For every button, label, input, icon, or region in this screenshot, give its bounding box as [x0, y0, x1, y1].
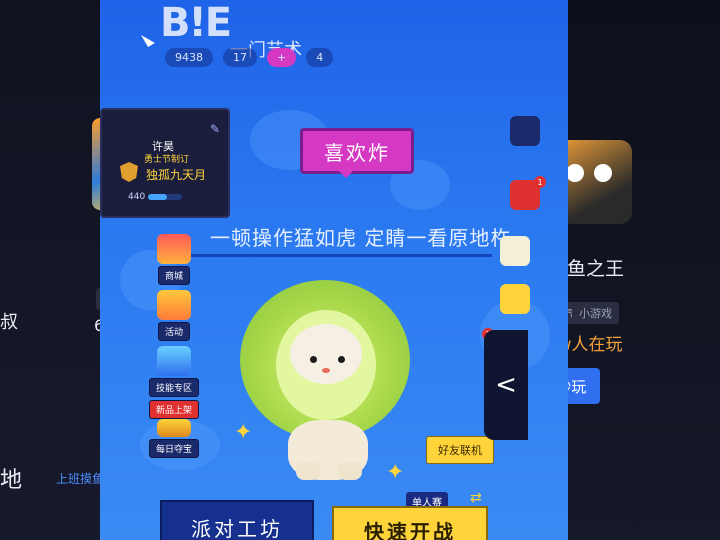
- card-eye-icon: [566, 164, 584, 182]
- profile-card[interactable]: ✎ 许昊 勇士节制订 独孤九天月 440: [100, 108, 230, 218]
- collapse-panel-button[interactable]: <: [484, 330, 528, 440]
- quick-battle-button[interactable]: 快速开战: [332, 506, 488, 540]
- duck-icon[interactable]: [500, 284, 530, 314]
- cards-icon[interactable]: [500, 236, 530, 266]
- add-icon[interactable]: +: [267, 47, 297, 67]
- player-level: 440: [128, 192, 146, 202]
- slogan-text: 一顿操作猛如虎 定睛一看原地杵: [210, 226, 512, 250]
- new-tag: 新品上架: [148, 400, 199, 419]
- like-button[interactable]: 喜欢炸: [300, 128, 414, 174]
- ticket-count: 4: [306, 47, 334, 67]
- side-item-daily-treasure[interactable]: 新品上架 每日夺宝: [148, 398, 200, 458]
- switch-mode-icon[interactable]: ⇄: [470, 490, 482, 506]
- side-item-label: 技能专区: [148, 378, 199, 397]
- background-left-panel: [0, 0, 110, 540]
- sparkle-icon: ✦: [234, 420, 253, 445]
- right-tag-mini-game: 小游戏: [572, 302, 619, 324]
- side-item-shop[interactable]: 商城: [148, 234, 200, 285]
- chevron-left-icon: <: [495, 370, 517, 400]
- notification-badge: 1: [534, 176, 546, 188]
- edit-icon[interactable]: ✎: [210, 122, 220, 136]
- side-item-label: 每日夺宝: [148, 439, 199, 458]
- coin-count: 9438: [165, 47, 213, 67]
- level-progress: [148, 194, 182, 200]
- cabbage-dog-mascot: [240, 280, 420, 480]
- side-item-skills[interactable]: 技能专区: [148, 346, 200, 397]
- rank-shield-icon: [120, 162, 138, 182]
- skill-icon: [157, 346, 191, 376]
- left-text-fragment: 叔: [0, 312, 18, 333]
- party-workshop-button[interactable]: 派对工坊: [160, 500, 314, 540]
- treasure-icon: [157, 419, 191, 437]
- player-title: 勇士节制订: [144, 155, 190, 165]
- side-item-label: 活动: [157, 322, 190, 341]
- gem-count: 17: [223, 47, 257, 67]
- card-eye-icon: [594, 164, 612, 182]
- trophy-icon[interactable]: [510, 116, 540, 146]
- friend-play-button[interactable]: 好友联机: [426, 436, 494, 464]
- shop-icon: [157, 234, 191, 264]
- slogan-underline: [172, 254, 492, 257]
- resource-bar: 9438 17 + 4: [165, 46, 495, 68]
- player-rank: 独孤九天月: [146, 168, 207, 182]
- side-item-activity[interactable]: 活动: [148, 290, 200, 341]
- left-text-fragment-2: 地: [0, 468, 23, 493]
- calendar-icon: [157, 290, 191, 320]
- like-bubble-tail: [336, 168, 356, 178]
- side-item-label: 商城: [157, 266, 190, 285]
- game-screen: B!E 一门艺术 9438 17 + 4 ✎ 许昊 勇士节制订 独孤九天月 44…: [100, 0, 568, 540]
- sparkle-icon: ✦: [386, 460, 405, 485]
